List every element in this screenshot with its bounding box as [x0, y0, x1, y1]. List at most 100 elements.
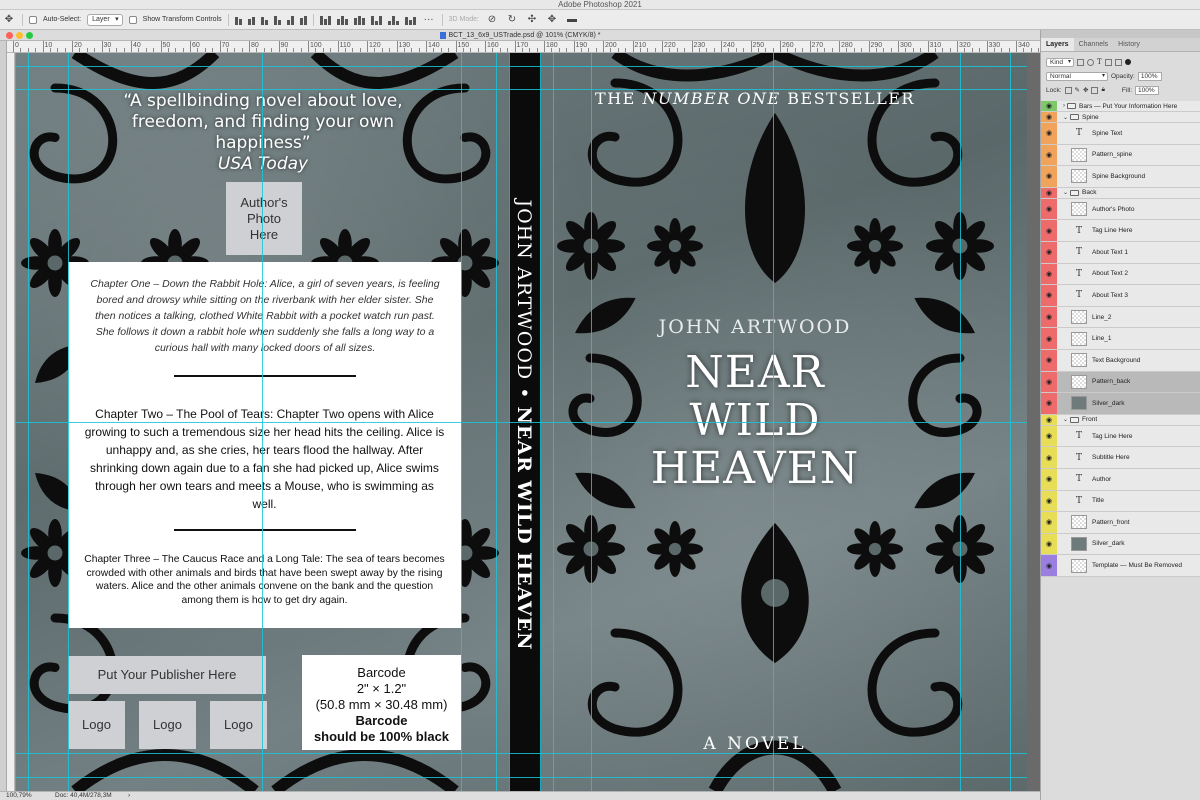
align-horizontal-center-icon[interactable] — [286, 15, 294, 25]
layer-row[interactable]: ◉ T Spine Text — [1041, 123, 1200, 145]
group-caret-icon[interactable]: ⌄ — [1063, 416, 1068, 423]
visibility-eye-icon[interactable]: ◉ — [1041, 425, 1057, 447]
filter-smart-object-icon[interactable] — [1114, 58, 1122, 66]
document-tab[interactable]: BCT_13_6x9_USTrade.psd @ 101% (CMYK/8) * — [0, 30, 1040, 41]
layer-row[interactable]: ◉ Silver_dark — [1041, 533, 1200, 556]
visibility-eye-icon[interactable]: ◉ — [1041, 306, 1057, 328]
align-bottom-icon[interactable] — [260, 15, 268, 25]
visibility-eye-icon[interactable]: ◉ — [1041, 263, 1057, 285]
layer-row[interactable]: ◉ Silver_dark — [1041, 393, 1200, 415]
layer-row[interactable]: ◉ Pattern_back — [1041, 371, 1200, 394]
guide-horizontal[interactable] — [15, 66, 1027, 67]
document-canvas[interactable]: JOHN ARTWOOD • NEAR WILD HEAVEN “A spell… — [15, 53, 1040, 791]
layer-row[interactable]: ◉ ⌄ Back — [1041, 187, 1200, 199]
layer-row[interactable]: ◉ Line_1 — [1041, 328, 1200, 350]
layer-row[interactable]: ◉ Author's Photo — [1041, 198, 1200, 221]
layer-row[interactable]: ◉ T About Text 2 — [1041, 263, 1200, 286]
distribute-right-icon[interactable] — [404, 15, 416, 25]
distribute-bottom-icon[interactable] — [353, 15, 365, 25]
layer-row[interactable]: ◉ Template — Must Be Removed — [1041, 555, 1200, 577]
visibility-eye-icon[interactable]: ◉ — [1041, 166, 1057, 187]
lock-position-icon[interactable]: ✥ — [1083, 86, 1088, 94]
auto-select-target-dropdown[interactable]: Layer — [87, 13, 123, 26]
filter-pixel-icon[interactable] — [1077, 58, 1085, 66]
filter-adjustment-icon[interactable] — [1087, 58, 1095, 66]
auto-select-checkbox[interactable] — [29, 15, 37, 24]
3d-slide-icon[interactable]: ✥ — [545, 13, 559, 27]
filter-type-icon[interactable]: T — [1097, 58, 1102, 66]
3d-scale-icon[interactable]: ▬ — [565, 13, 579, 27]
distribute-top-icon[interactable] — [319, 15, 331, 25]
visibility-eye-icon[interactable]: ◉ — [1041, 512, 1057, 533]
layer-row[interactable]: ◉ ⌄ Front — [1041, 414, 1200, 426]
zoom-window-button[interactable] — [26, 32, 33, 39]
layer-row[interactable]: ◉ T Subtitle Here — [1041, 447, 1200, 469]
align-left-icon[interactable] — [273, 15, 281, 25]
minimize-window-button[interactable] — [16, 32, 23, 39]
layer-row[interactable]: ◉ Spine Background — [1041, 166, 1200, 188]
lock-all-icon[interactable]: 🔒︎ — [1101, 86, 1104, 94]
visibility-eye-icon[interactable]: ◉ — [1041, 198, 1057, 220]
vertical-ruler[interactable] — [7, 53, 15, 791]
distribute-left-icon[interactable] — [370, 15, 382, 25]
close-window-button[interactable] — [6, 32, 13, 39]
visibility-eye-icon[interactable]: ◉ — [1041, 285, 1057, 306]
distribute-horizontal-icon[interactable] — [387, 15, 399, 25]
fill-field[interactable]: 100% — [1135, 85, 1160, 95]
blend-mode-dropdown[interactable]: Normal — [1046, 71, 1108, 81]
layer-row[interactable]: ◉ T About Text 3 — [1041, 285, 1200, 307]
align-top-icon[interactable] — [234, 15, 242, 25]
visibility-eye-icon[interactable]: ◉ — [1041, 144, 1057, 166]
layer-row[interactable]: ◉ T About Text 1 — [1041, 241, 1200, 264]
visibility-eye-icon[interactable]: ◉ — [1041, 468, 1057, 490]
layer-row[interactable]: ◉ ⌄ Spine — [1041, 112, 1200, 123]
layer-row[interactable]: ◉ T Tag Line Here — [1041, 220, 1200, 242]
guide-horizontal[interactable] — [15, 753, 1027, 754]
layer-row[interactable]: ◉ Line_2 — [1041, 306, 1200, 329]
zoom-level[interactable]: 100,79% — [6, 792, 32, 800]
3d-drag-icon[interactable]: ✣ — [525, 13, 539, 27]
filter-toggle-icon[interactable] — [1124, 59, 1131, 65]
visibility-eye-icon[interactable]: ◉ — [1041, 371, 1057, 393]
visibility-eye-icon[interactable]: ◉ — [1041, 328, 1057, 349]
visibility-eye-icon[interactable]: ◉ — [1041, 414, 1057, 425]
layer-row[interactable]: ◉ Pattern_spine — [1041, 144, 1200, 167]
status-menu-arrow[interactable]: › — [128, 792, 130, 800]
tab-channels[interactable]: Channels — [1074, 38, 1114, 51]
group-caret-icon[interactable]: ⌄ — [1063, 189, 1068, 196]
tab-history[interactable]: History — [1113, 38, 1145, 51]
show-transform-checkbox[interactable] — [128, 15, 137, 24]
3d-orbit-icon[interactable]: ⊘ — [485, 13, 499, 27]
filter-shape-icon[interactable] — [1104, 58, 1112, 66]
layer-row[interactable]: ◉ › Bars — Put Your Information Here — [1041, 101, 1200, 112]
layer-row[interactable]: ◉ T Author — [1041, 468, 1200, 491]
layer-row[interactable]: ◉ Pattern_front — [1041, 512, 1200, 534]
3d-roll-icon[interactable]: ↻ — [505, 13, 519, 27]
layer-row[interactable]: ◉ Text Background — [1041, 349, 1200, 372]
visibility-eye-icon[interactable]: ◉ — [1041, 349, 1057, 371]
lock-transparent-icon[interactable] — [1064, 86, 1072, 94]
visibility-eye-icon[interactable]: ◉ — [1041, 533, 1057, 555]
document-info[interactable]: Doc: 40,4M/278,3M — [55, 792, 112, 800]
group-caret-icon[interactable]: › — [1063, 103, 1065, 109]
visibility-eye-icon[interactable]: ◉ — [1041, 187, 1057, 198]
guide-horizontal[interactable] — [15, 422, 1027, 423]
group-caret-icon[interactable]: ⌄ — [1063, 114, 1068, 121]
visibility-eye-icon[interactable]: ◉ — [1041, 447, 1057, 468]
visibility-eye-icon[interactable]: ◉ — [1041, 220, 1057, 241]
align-vertical-center-icon[interactable] — [247, 15, 255, 25]
layer-row[interactable]: ◉ T Title — [1041, 490, 1200, 513]
opacity-field[interactable]: 100% — [1137, 71, 1162, 81]
guide-horizontal[interactable] — [15, 89, 1027, 90]
visibility-eye-icon[interactable]: ◉ — [1041, 490, 1057, 512]
layer-row[interactable]: ◉ T Tag Line Here — [1041, 425, 1200, 448]
visibility-eye-icon[interactable]: ◉ — [1041, 123, 1057, 144]
guide-horizontal[interactable] — [15, 777, 1027, 778]
distribute-center-icon[interactable] — [336, 15, 348, 25]
visibility-eye-icon[interactable]: ◉ — [1041, 112, 1057, 122]
tab-layers[interactable]: Layers — [1041, 38, 1074, 51]
visibility-eye-icon[interactable]: ◉ — [1041, 393, 1057, 414]
lock-paint-icon[interactable]: ✎ — [1075, 86, 1080, 94]
lock-artboard-icon[interactable] — [1091, 86, 1099, 94]
visibility-eye-icon[interactable]: ◉ — [1041, 555, 1057, 576]
